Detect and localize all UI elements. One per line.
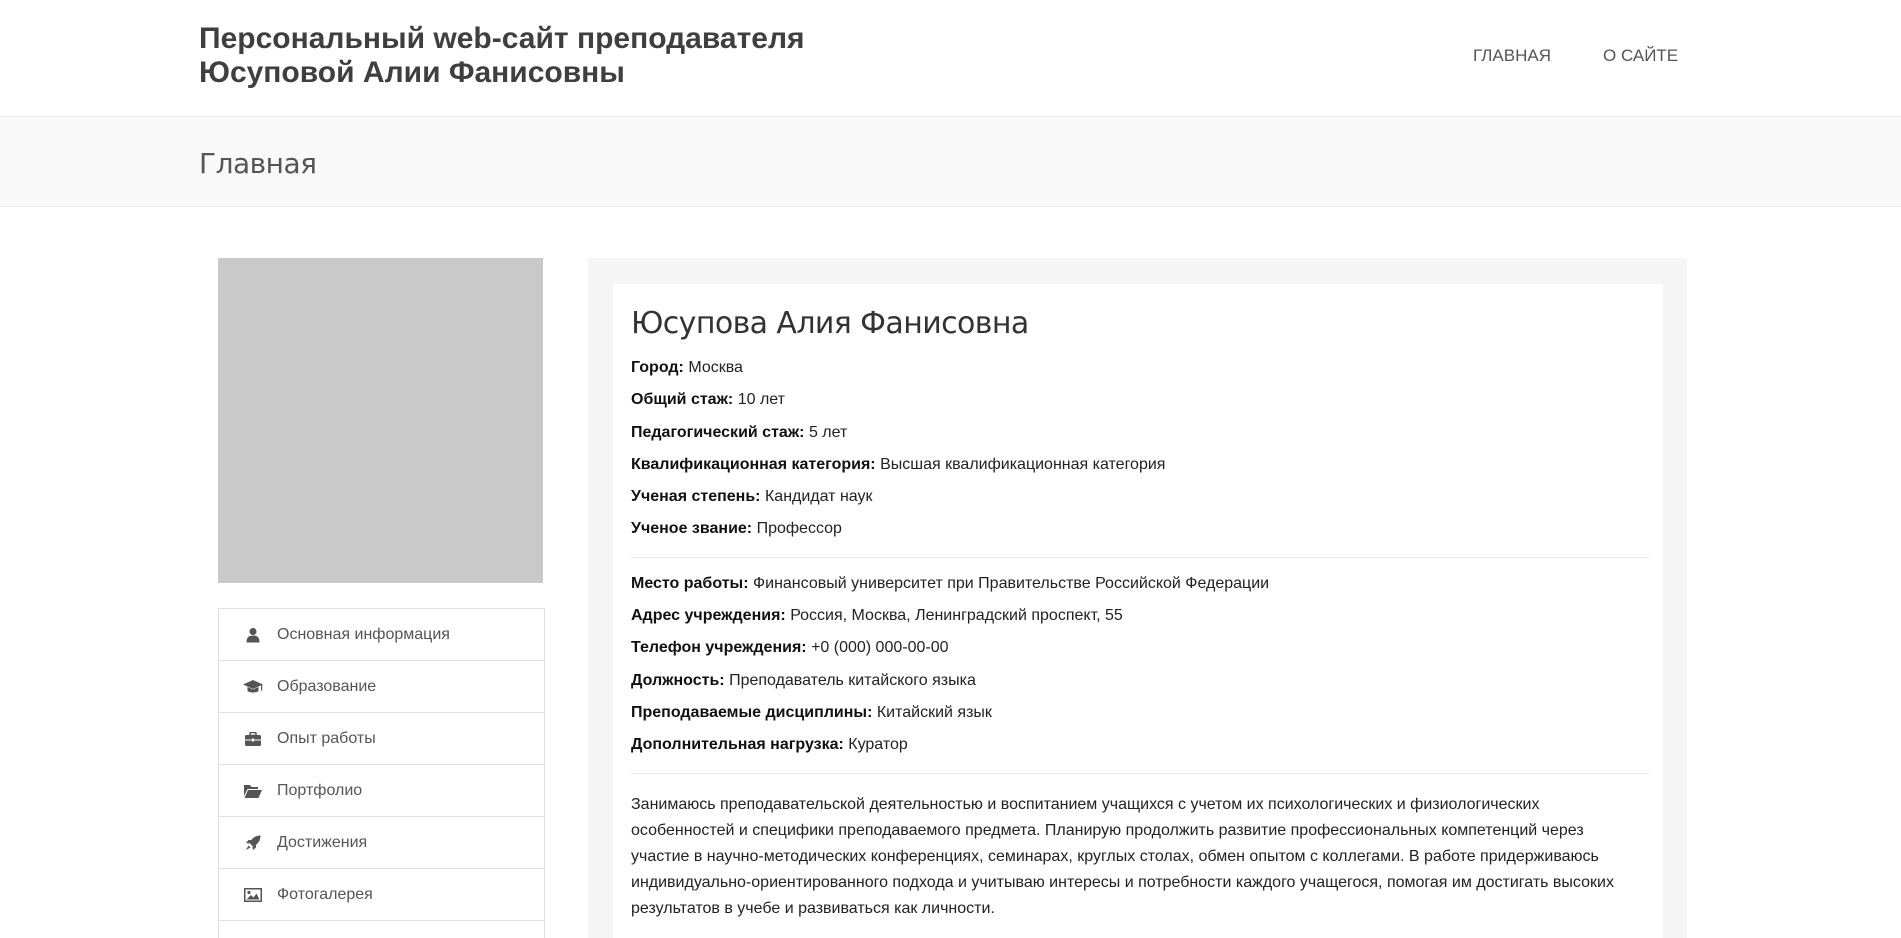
sidebar-item-label: Основная информация [277, 625, 450, 643]
profile-photo-placeholder [218, 258, 543, 583]
info-label: Место работы: [631, 575, 749, 592]
sidebar-item-label: Достижения [277, 833, 368, 851]
info-row-position: Должность: Преподаватель китайского язык… [631, 672, 976, 690]
image-icon [243, 885, 263, 905]
info-row-extra-load: Дополнительная нагрузка: Куратор [631, 736, 908, 754]
info-value: 10 лет [737, 391, 785, 408]
info-label: Телефон учреждения: [631, 639, 807, 656]
info-row-workplace: Место работы: Финансовый университет при… [631, 575, 1269, 593]
user-icon [243, 625, 263, 645]
info-label: Ученая степень: [631, 488, 761, 505]
profile-card: Юсупова Алия Фанисовна Город: Москва Общ… [613, 284, 1663, 938]
info-value: +0 (000) 000-00-00 [811, 639, 949, 656]
briefcase-icon [243, 729, 263, 749]
info-label: Адрес учреждения: [631, 607, 786, 624]
info-row-degree: Ученая степень: Кандидат наук [631, 488, 873, 506]
info-value: Китайский язык [876, 704, 992, 721]
info-label: Должность: [631, 672, 725, 689]
sidebar-item-achievements[interactable]: Достижения [219, 817, 544, 869]
sidebar-item-label: Фотогалерея [277, 885, 373, 903]
info-row-total-experience: Общий стаж: 10 лет [631, 391, 785, 409]
sidebar-item-portfolio[interactable]: Портфолио [219, 765, 544, 817]
info-value: Высшая квалификационная категория [880, 456, 1166, 473]
nav-link-home[interactable]: ГЛАВНАЯ [1473, 46, 1551, 66]
folder-open-icon [243, 781, 263, 801]
sidebar-item-photo-gallery[interactable]: Фотогалерея [219, 869, 544, 921]
divider [631, 557, 1649, 558]
site-title-line2[interactable]: Юсуповой Алии Фанисовны [199, 56, 805, 90]
info-value: Куратор [848, 736, 908, 753]
info-value: Кандидат наук [764, 488, 873, 505]
site-header: Персональный web-сайт преподавателя Юсуп… [0, 0, 1901, 117]
sidebar-item-label: Образование [277, 677, 377, 695]
info-value: 5 лет [808, 424, 848, 441]
sidebar-menu: Основная информация Образование Опыт раб… [218, 608, 545, 938]
info-row-disciplines: Преподаваемые дисциплины: Китайский язык [631, 704, 992, 722]
graduation-cap-icon [243, 677, 263, 697]
info-value: Москва [688, 359, 743, 376]
page-title-bar: Главная [0, 117, 1901, 207]
info-label: Преподаваемые дисциплины: [631, 704, 873, 721]
info-row-title: Ученое звание: Профессор [631, 520, 842, 538]
info-row-address: Адрес учреждения: Россия, Москва, Ленинг… [631, 607, 1123, 625]
sidebar-item-label: Опыт работы [277, 729, 376, 747]
info-label: Ученое звание: [631, 520, 753, 537]
sidebar-item-work-experience[interactable]: Опыт работы [219, 713, 544, 765]
site-title[interactable]: Персональный web-сайт преподавателя Юсуп… [199, 22, 805, 90]
sidebar-item-main-info[interactable]: Основная информация [219, 609, 544, 661]
info-label: Общий стаж: [631, 391, 734, 408]
sidebar-item-more[interactable] [219, 921, 544, 938]
divider [631, 773, 1649, 774]
info-label: Город: [631, 359, 684, 376]
info-value: Профессор [756, 520, 842, 537]
info-value: Финансовый университет при Правительстве… [752, 575, 1270, 592]
info-label: Педагогический стаж: [631, 424, 805, 441]
sidebar-item-label: Портфолио [277, 781, 363, 799]
info-row-teaching-experience: Педагогический стаж: 5 лет [631, 424, 847, 442]
info-row-qualification: Квалификационная категория: Высшая квали… [631, 456, 1165, 474]
site-title-line1[interactable]: Персональный web-сайт преподавателя [199, 22, 805, 56]
profile-card-frame: Юсупова Алия Фанисовна Город: Москва Общ… [588, 258, 1687, 938]
info-row-phone: Телефон учреждения: +0 (000) 000-00-00 [631, 639, 949, 657]
profile-name: Юсупова Алия Фанисовна [631, 306, 1029, 341]
info-label: Дополнительная нагрузка: [631, 736, 844, 753]
info-value: Преподаватель китайского языка [729, 672, 976, 689]
nav-link-about[interactable]: О САЙТЕ [1603, 46, 1678, 66]
profile-bio: Занимаюсь преподавательской деятельность… [631, 796, 1614, 917]
page-title: Главная [199, 147, 317, 180]
rocket-icon [243, 833, 263, 853]
info-value: Россия, Москва, Ленинградский проспект, … [790, 607, 1123, 624]
info-row-city: Город: Москва [631, 359, 743, 377]
info-label: Квалификационная категория: [631, 456, 876, 473]
sidebar-item-education[interactable]: Образование [219, 661, 544, 713]
